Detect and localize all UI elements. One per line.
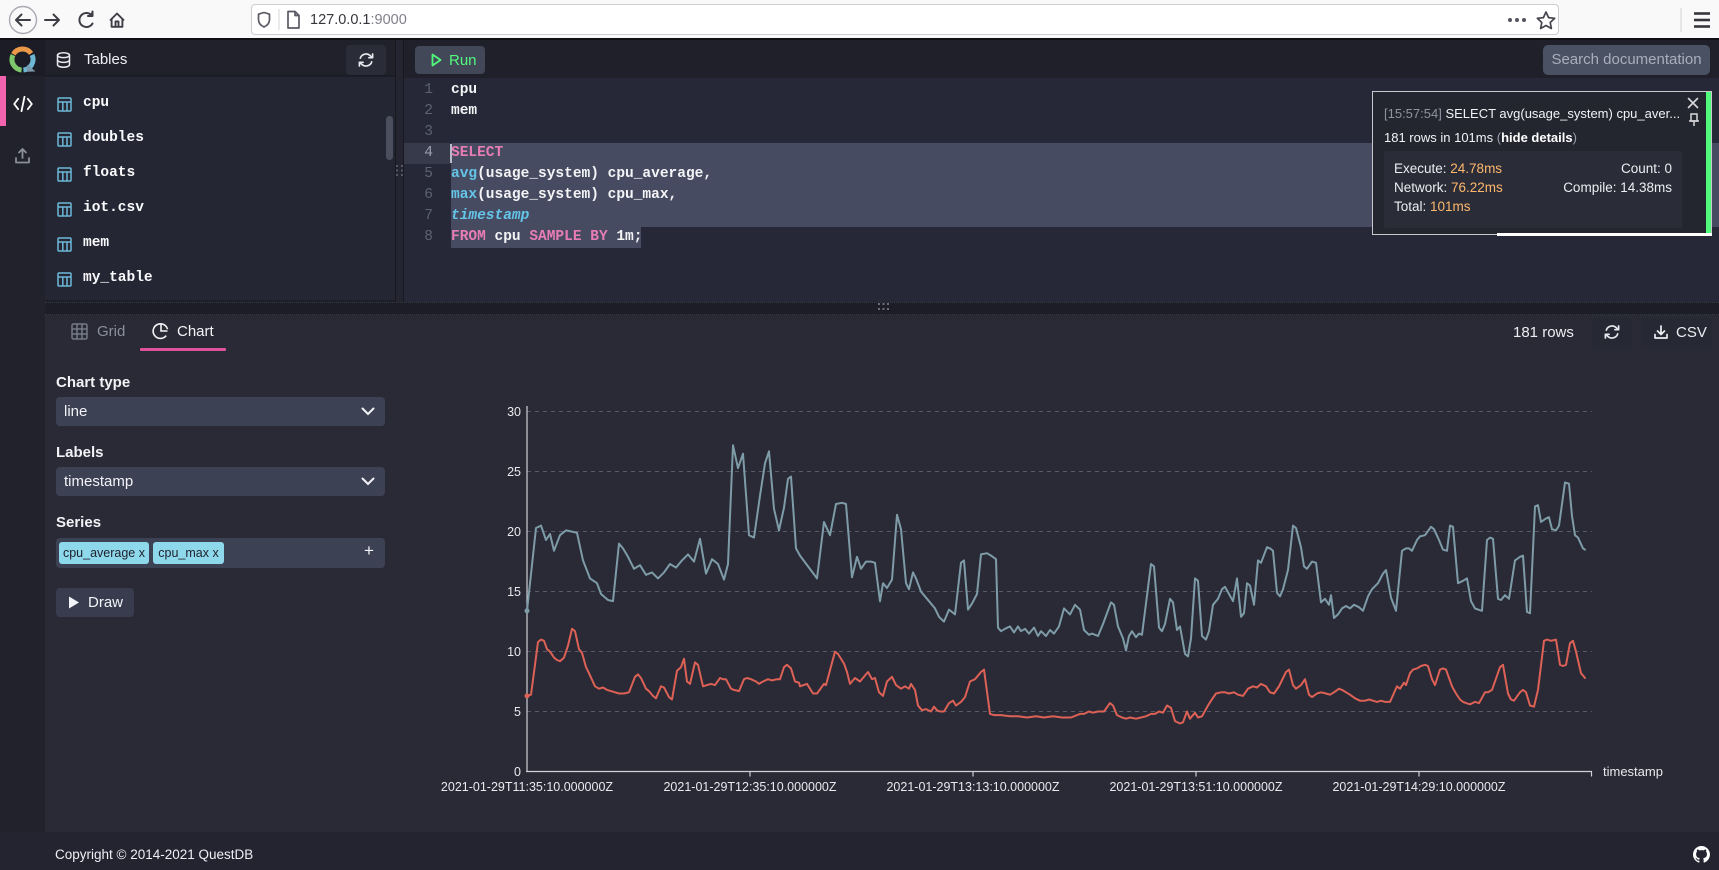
svg-text:2021-01-29T11:35:10.000000Z: 2021-01-29T11:35:10.000000Z — [441, 780, 613, 794]
svg-text:5: 5 — [514, 705, 521, 719]
svg-text:20: 20 — [507, 525, 521, 539]
svg-text:0: 0 — [514, 765, 521, 779]
svg-text:15: 15 — [507, 585, 521, 599]
svg-text:10: 10 — [507, 645, 521, 659]
svg-text:2021-01-29T12:35:10.000000Z: 2021-01-29T12:35:10.000000Z — [663, 780, 836, 794]
svg-text:timestamp: timestamp — [1603, 764, 1663, 779]
svg-text:2021-01-29T13:51:10.000000Z: 2021-01-29T13:51:10.000000Z — [1109, 780, 1282, 794]
svg-text:2021-01-29T14:29:10.000000Z: 2021-01-29T14:29:10.000000Z — [1332, 780, 1505, 794]
svg-text:25: 25 — [507, 465, 521, 479]
svg-text:30: 30 — [507, 405, 521, 419]
svg-text:2021-01-29T13:13:10.000000Z: 2021-01-29T13:13:10.000000Z — [886, 780, 1059, 794]
